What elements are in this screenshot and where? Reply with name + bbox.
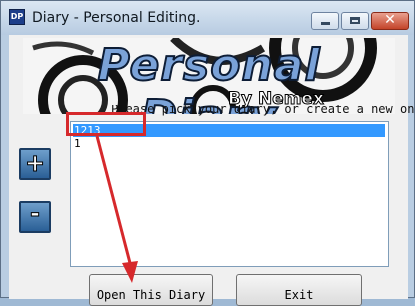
- minimize-button[interactable]: [311, 12, 339, 30]
- highlight-annotation: [66, 112, 146, 136]
- add-diary-button[interactable]: +: [19, 148, 51, 180]
- instruction-text: Please pick your diary, or create a new …: [111, 105, 415, 116]
- close-icon: ✕: [384, 12, 396, 28]
- close-button[interactable]: ✕: [371, 12, 409, 30]
- exit-button[interactable]: Exit: [236, 274, 362, 306]
- open-diary-button[interactable]: Open This Diary: [89, 274, 213, 306]
- maximize-button[interactable]: [341, 12, 369, 30]
- window-title: Diary - Personal Editing.: [32, 10, 201, 26]
- minus-icon: -: [30, 199, 41, 228]
- banner-title: Personal Diary: [96, 39, 321, 114]
- client-area: Personal Diary By Nemex Please pick your…: [9, 35, 415, 306]
- diary-listbox[interactable]: 1213 1: [70, 121, 389, 267]
- title-bar[interactable]: DP Diary - Personal Editing. ✕: [1, 1, 414, 35]
- banner: Personal Diary By Nemex: [23, 38, 395, 114]
- app-window: DP Diary - Personal Editing. ✕ Personal …: [0, 0, 415, 306]
- list-item[interactable]: 1: [73, 137, 385, 150]
- remove-diary-button[interactable]: -: [19, 199, 51, 233]
- plus-icon: +: [24, 149, 46, 178]
- app-icon: DP: [9, 9, 25, 25]
